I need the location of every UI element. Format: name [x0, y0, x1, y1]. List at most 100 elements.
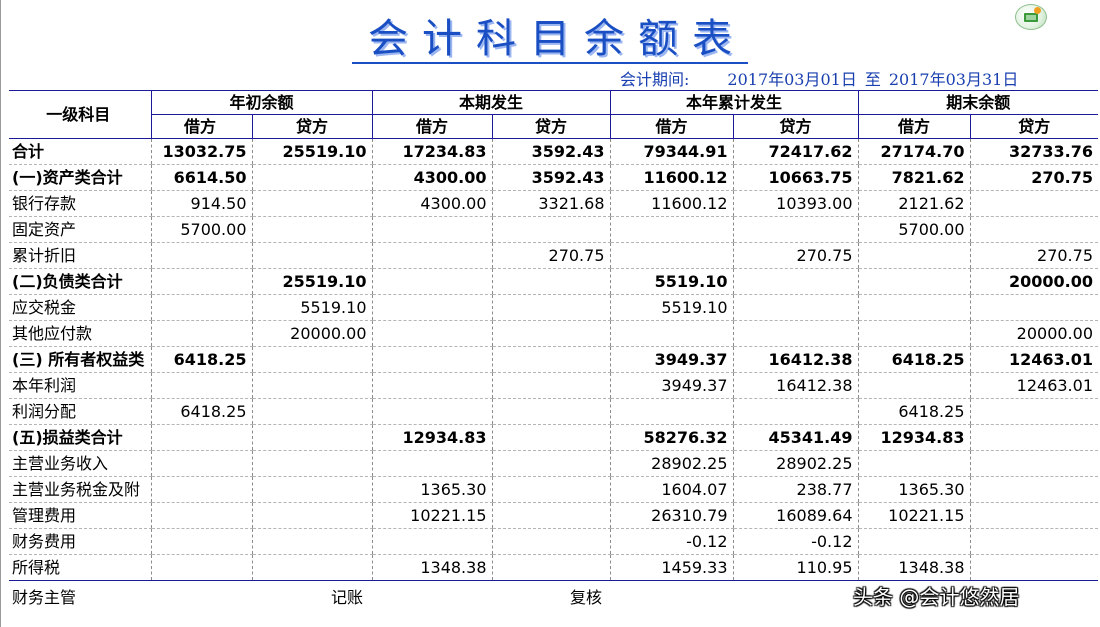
- table-row[interactable]: 其他应付款 20000.00 20000.00: [9, 320, 1098, 347]
- amount-cell[interactable]: [150, 424, 252, 451]
- amount-cell[interactable]: [857, 528, 970, 555]
- amount-cell[interactable]: 6418.25: [857, 346, 970, 373]
- table-row[interactable]: 管理费用 10221.15 26310.79 16089.64 10221.15: [9, 502, 1098, 529]
- amount-cell[interactable]: 270.75: [491, 242, 610, 269]
- header-sub-debit[interactable]: 借方: [609, 114, 733, 139]
- header-group-opening[interactable]: 年初余额: [150, 90, 372, 115]
- amount-cell[interactable]: [371, 372, 492, 399]
- amount-cell[interactable]: [251, 164, 372, 191]
- header-sub-credit[interactable]: 贷方: [491, 114, 610, 139]
- amount-cell[interactable]: 79344.91: [609, 138, 733, 165]
- account-name-cell[interactable]: 主营业务税金及附: [9, 476, 151, 503]
- amount-cell[interactable]: 1459.33: [609, 554, 733, 581]
- amount-cell[interactable]: 72417.62: [732, 138, 858, 165]
- amount-cell[interactable]: 914.50: [150, 190, 252, 217]
- amount-cell[interactable]: [371, 216, 492, 243]
- amount-cell[interactable]: 26310.79: [609, 502, 733, 529]
- amount-cell[interactable]: 10221.15: [371, 502, 492, 529]
- amount-cell[interactable]: 6418.25: [857, 398, 970, 425]
- amount-cell[interactable]: 5519.10: [609, 268, 733, 295]
- amount-cell[interactable]: 16089.64: [732, 502, 858, 529]
- table-row[interactable]: 财务费用 -0.12 -0.12: [9, 528, 1098, 555]
- amount-cell[interactable]: [371, 346, 492, 373]
- amount-cell[interactable]: [150, 294, 252, 321]
- account-name-cell[interactable]: 利润分配: [9, 398, 151, 425]
- header-sub-credit[interactable]: 贷方: [251, 114, 372, 139]
- table-row[interactable]: 银行存款 914.50 4300.00 3321.68 11600.12 10393.00…: [9, 190, 1098, 217]
- amount-cell[interactable]: [251, 424, 372, 451]
- amount-cell[interactable]: 16412.38: [732, 372, 858, 399]
- amount-cell[interactable]: 12934.83: [857, 424, 970, 451]
- amount-cell[interactable]: [150, 528, 252, 555]
- amount-cell[interactable]: [969, 190, 1098, 217]
- amount-cell[interactable]: [491, 528, 610, 555]
- header-sub-debit[interactable]: 借方: [150, 114, 252, 139]
- amount-cell[interactable]: 10393.00: [732, 190, 858, 217]
- table-row[interactable]: 利润分配 6418.25 6418.25: [9, 398, 1098, 425]
- amount-cell[interactable]: 5700.00: [857, 216, 970, 243]
- amount-cell[interactable]: 12463.01: [969, 346, 1098, 373]
- amount-cell[interactable]: 4300.00: [371, 190, 492, 217]
- amount-cell[interactable]: [251, 372, 372, 399]
- account-name-cell[interactable]: (一)资产类合计: [9, 164, 151, 191]
- amount-cell[interactable]: [491, 476, 610, 503]
- table-row[interactable]: (五)损益类合计 12934.83 58276.32 45341.49 12934.83: [9, 424, 1098, 451]
- amount-cell[interactable]: [150, 450, 252, 477]
- amount-cell[interactable]: [969, 502, 1098, 529]
- amount-cell[interactable]: 28902.25: [609, 450, 733, 477]
- amount-cell[interactable]: 13032.75: [150, 138, 252, 165]
- amount-cell[interactable]: 25519.10: [251, 138, 372, 165]
- amount-cell[interactable]: [251, 216, 372, 243]
- account-name-cell[interactable]: 主营业务收入: [9, 450, 151, 477]
- amount-cell[interactable]: [857, 372, 970, 399]
- amount-cell[interactable]: 45341.49: [732, 424, 858, 451]
- amount-cell[interactable]: [251, 528, 372, 555]
- account-name-cell[interactable]: 其他应付款: [9, 320, 151, 347]
- amount-cell[interactable]: [491, 294, 610, 321]
- amount-cell[interactable]: [732, 268, 858, 295]
- amount-cell[interactable]: [371, 268, 492, 295]
- amount-cell[interactable]: 1604.07: [609, 476, 733, 503]
- header-sub-credit[interactable]: 贷方: [732, 114, 858, 139]
- amount-cell[interactable]: [491, 268, 610, 295]
- account-name-cell[interactable]: 累计折旧: [9, 242, 151, 269]
- amount-cell[interactable]: [857, 320, 970, 347]
- amount-cell[interactable]: [371, 294, 492, 321]
- amount-cell[interactable]: [371, 242, 492, 269]
- amount-cell[interactable]: 11600.12: [609, 190, 733, 217]
- table-row[interactable]: 固定资产 5700.00 5700.00: [9, 216, 1098, 243]
- amount-cell[interactable]: 3321.68: [491, 190, 610, 217]
- amount-cell[interactable]: [857, 294, 970, 321]
- amount-cell[interactable]: 20000.00: [969, 268, 1098, 295]
- table-row[interactable]: (三) 所有者权益类 6418.25 3949.37 16412.38 6418.25 1…: [9, 346, 1098, 373]
- table-row[interactable]: (一)资产类合计 6614.50 4300.00 3592.43 11600.12 106…: [9, 164, 1098, 191]
- amount-cell[interactable]: [491, 320, 610, 347]
- account-name-cell[interactable]: 所得税: [9, 554, 151, 581]
- header-sub-debit[interactable]: 借方: [857, 114, 970, 139]
- amount-cell[interactable]: 7821.62: [857, 164, 970, 191]
- amount-cell[interactable]: [969, 450, 1098, 477]
- account-name-cell[interactable]: 银行存款: [9, 190, 151, 217]
- table-row[interactable]: 主营业务税金及附 1365.30 1604.07 238.77 1365.30: [9, 476, 1098, 503]
- amount-cell[interactable]: 110.95: [732, 554, 858, 581]
- amount-cell[interactable]: [150, 476, 252, 503]
- amount-cell[interactable]: 27174.70: [857, 138, 970, 165]
- amount-cell[interactable]: 12463.01: [969, 372, 1098, 399]
- account-name-cell[interactable]: 财务费用: [9, 528, 151, 555]
- amount-cell[interactable]: [150, 502, 252, 529]
- amount-cell[interactable]: [969, 476, 1098, 503]
- amount-cell[interactable]: [491, 216, 610, 243]
- amount-cell[interactable]: 5519.10: [251, 294, 372, 321]
- amount-cell[interactable]: 3949.37: [609, 346, 733, 373]
- table-row[interactable]: 所得税 1348.38 1459.33 110.95 1348.38: [9, 554, 1098, 581]
- amount-cell[interactable]: 11600.12: [609, 164, 733, 191]
- amount-cell[interactable]: [150, 372, 252, 399]
- amount-cell[interactable]: 1365.30: [857, 476, 970, 503]
- amount-cell[interactable]: [732, 294, 858, 321]
- amount-cell[interactable]: [251, 190, 372, 217]
- account-name-cell[interactable]: (二)负债类合计: [9, 268, 151, 295]
- amount-cell[interactable]: [150, 554, 252, 581]
- amount-cell[interactable]: [251, 502, 372, 529]
- amount-cell[interactable]: 4300.00: [371, 164, 492, 191]
- account-name-cell[interactable]: (三) 所有者权益类: [9, 346, 151, 373]
